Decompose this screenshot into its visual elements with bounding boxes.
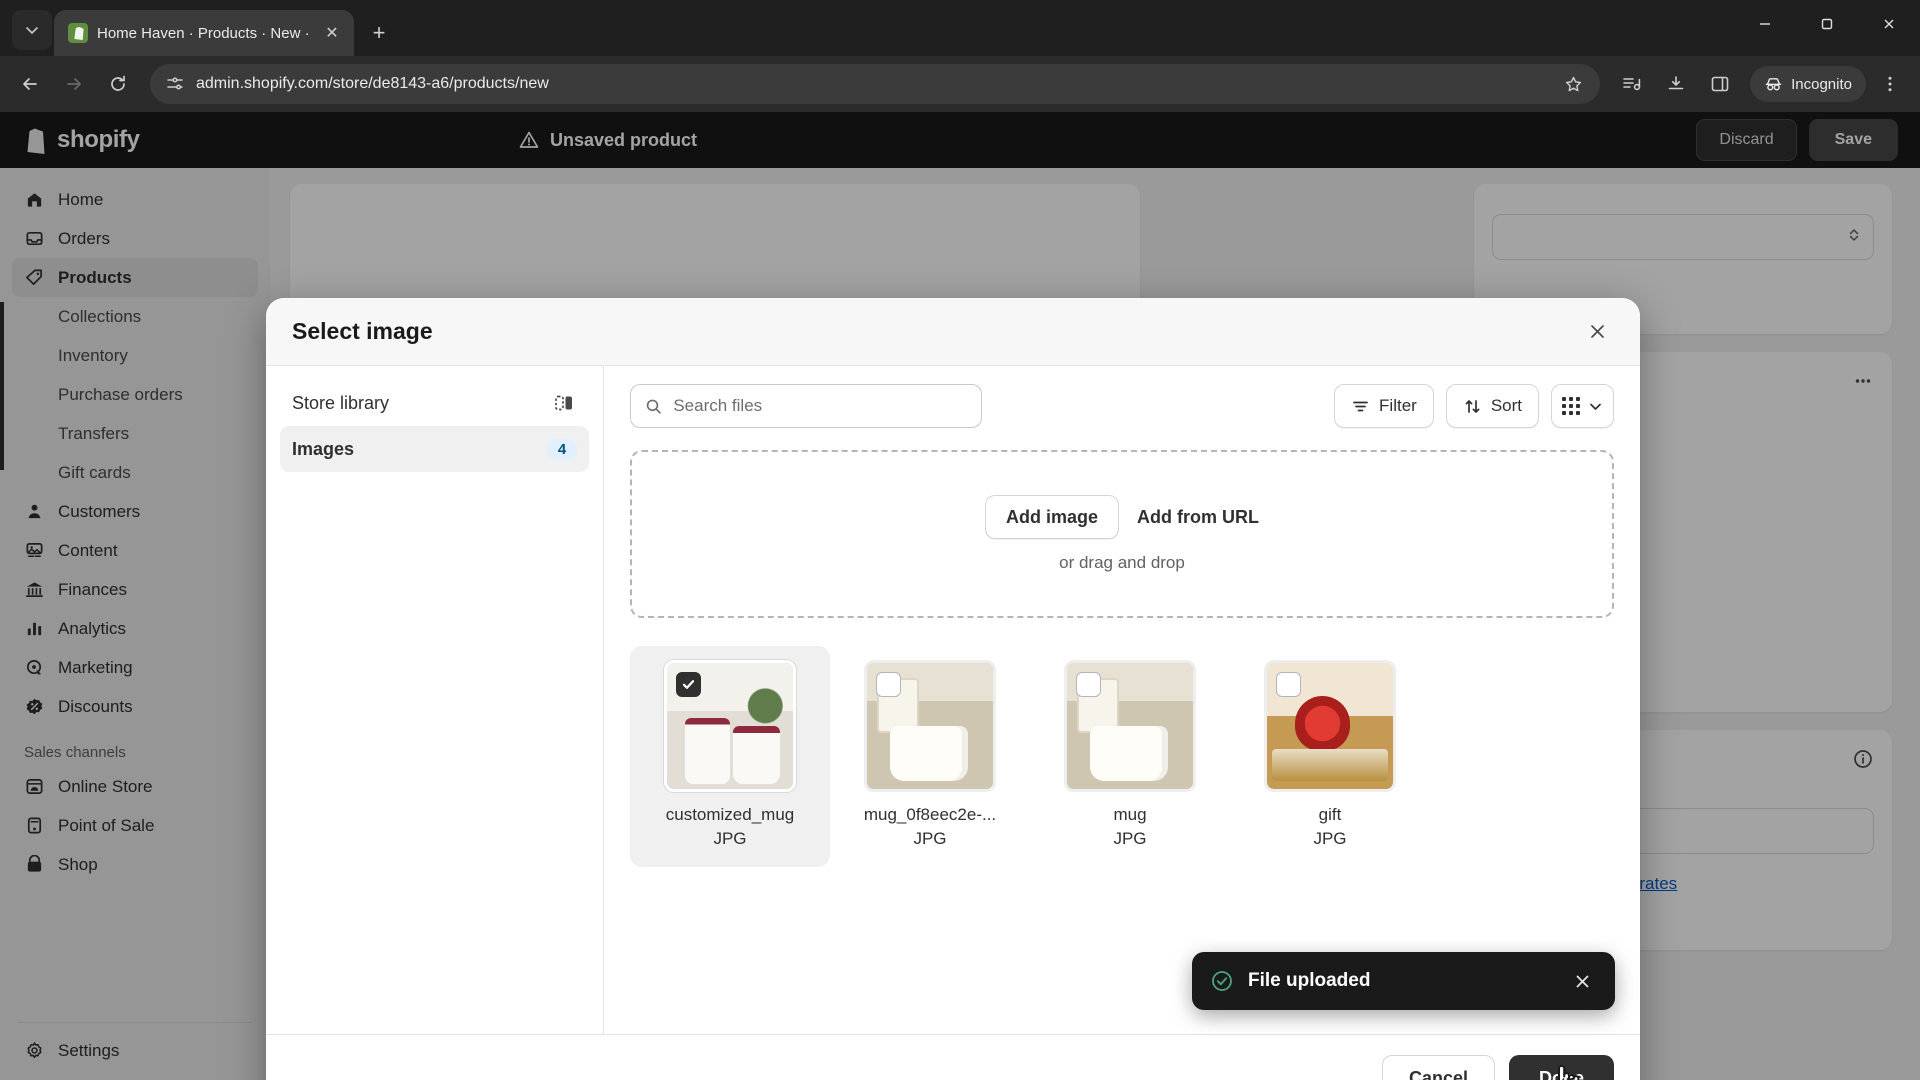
file-thumbnail [864,660,996,792]
file-checkbox[interactable] [1076,672,1101,697]
new-tab-button[interactable]: + [362,16,396,50]
file-checkbox[interactable] [1276,672,1301,697]
url-text: admin.shopify.com/store/de8143-a6/produc… [196,75,549,92]
browser-toolbar: admin.shopify.com/store/de8143-a6/produc… [0,56,1920,112]
side-panel-button[interactable] [1700,64,1740,104]
modal-title: Select image [292,318,433,344]
filter-label: Filter [1379,396,1417,415]
file-browser: Filter Sort [604,366,1640,1034]
media-list-icon [1623,78,1641,91]
browser-menu-button[interactable] [1870,64,1910,104]
sort-button[interactable]: Sort [1445,384,1539,428]
back-button[interactable] [10,64,50,104]
view-mode-toggle[interactable] [1551,384,1614,428]
minimize-button[interactable] [1734,0,1796,48]
chevron-down-icon [1590,403,1601,410]
chevron-down-icon [26,27,38,35]
tab-close-icon[interactable]: ✕ [320,21,344,45]
dropzone-actions: Add image Add from URL [985,495,1259,539]
file-checkbox[interactable] [676,672,701,697]
tab-search-button[interactable] [12,10,52,50]
store-library-item[interactable]: Store library [280,380,589,426]
toast-message: File uploaded [1248,970,1371,991]
modal-body: Store library Images 4 Search files Filt… [266,366,1640,1034]
window-close-button[interactable] [1858,0,1920,48]
tab-strip: Home Haven · Products · New · ✕ + [0,0,1920,56]
file-checkbox[interactable] [876,672,901,697]
downloads-button[interactable] [1656,64,1696,104]
file-thumbnail [664,660,796,792]
file-thumbnail [1064,660,1196,792]
filter-icon [1353,401,1368,411]
file-browser-toolbar: Filter Sort [630,384,1614,428]
modal-close-button[interactable] [1580,315,1614,349]
filter-button[interactable]: Filter [1334,384,1434,428]
shopify-icon [68,23,88,43]
panel-toggle-icon[interactable] [551,390,577,416]
file-type: JPG [1113,829,1147,848]
search-input[interactable] [673,396,967,416]
incognito-indicator[interactable]: Incognito [1750,66,1866,102]
file-name: customized_mug [665,805,795,824]
download-icon [1668,76,1684,90]
store-library-label: Store library [292,392,390,413]
library-sidebar: Store library Images 4 [266,366,604,1034]
modal-footer: Cancel Done [266,1034,1640,1080]
browser-tab[interactable]: Home Haven · Products · New · ✕ [54,10,354,56]
maximize-button[interactable] [1796,0,1858,48]
images-label: Images [292,438,355,459]
bookmark-button[interactable] [1558,69,1588,99]
grid-view-icon [1562,397,1580,415]
reload-button[interactable] [98,64,138,104]
kebab-menu-icon [1888,76,1892,92]
close-icon [1576,975,1588,987]
window-controls [1734,0,1920,48]
cancel-button[interactable]: Cancel [1381,1054,1495,1080]
file-name: mug [1113,805,1147,824]
images-count-badge: 4 [547,438,577,460]
modal-header: Select image [266,298,1640,366]
file-type: JPG [913,829,947,848]
file-type: JPG [713,829,747,848]
file-thumbnail [1264,660,1396,792]
address-bar[interactable]: admin.shopify.com/store/de8143-a6/produc… [150,64,1601,104]
add-image-button[interactable]: Add image [985,495,1120,539]
file-card[interactable]: mug JPG [1030,646,1230,867]
incognito-label: Incognito [1791,75,1852,93]
sort-label: Sort [1490,396,1522,415]
file-name: mug_0f8eec2e-... [863,805,997,824]
search-files-box[interactable] [630,384,982,428]
file-type: JPG [1313,829,1347,848]
sort-arrows-icon [1465,399,1480,413]
side-panel-icon [1711,76,1729,92]
forward-button[interactable] [54,64,94,104]
shopify-admin-page: shopify Unsaved product Discard Save Hom… [0,112,1920,1080]
done-button[interactable]: Done [1509,1054,1614,1080]
incognito-icon [1765,77,1782,90]
star-icon [1565,76,1581,91]
browser-chrome: Home Haven · Products · New · ✕ + admin.… [0,0,1920,112]
toast-close-button[interactable] [1567,966,1597,996]
file-card[interactable]: customized_mug JPG [630,646,830,867]
file-card[interactable]: gift JPG [1230,646,1430,867]
add-from-url-button[interactable]: Add from URL [1137,507,1259,528]
toolbar-right-actions: Filter Sort [1334,384,1614,428]
site-settings-icon[interactable] [166,75,184,93]
dropzone-hint: or drag and drop [1059,553,1185,572]
file-card[interactable]: mug_0f8eec2e-... JPG [830,646,1030,867]
file-dropzone[interactable]: Add image Add from URL or drag and drop [630,450,1614,618]
file-grid: customized_mug JPG mug_0f8eec2e-... JPG [630,646,1614,867]
close-icon [1590,325,1604,338]
tab-title: Home Haven · Products · New · [97,24,310,42]
success-check-icon [1212,971,1232,991]
toast-notification: File uploaded [1192,952,1615,1010]
file-name: gift [1318,805,1342,824]
forward-arrow-icon [67,78,81,90]
reload-icon [111,75,125,91]
check-icon [682,680,695,689]
back-arrow-icon [23,78,37,90]
search-icon [646,399,661,414]
media-list-button[interactable] [1612,64,1652,104]
library-item-images[interactable]: Images 4 [280,426,589,472]
